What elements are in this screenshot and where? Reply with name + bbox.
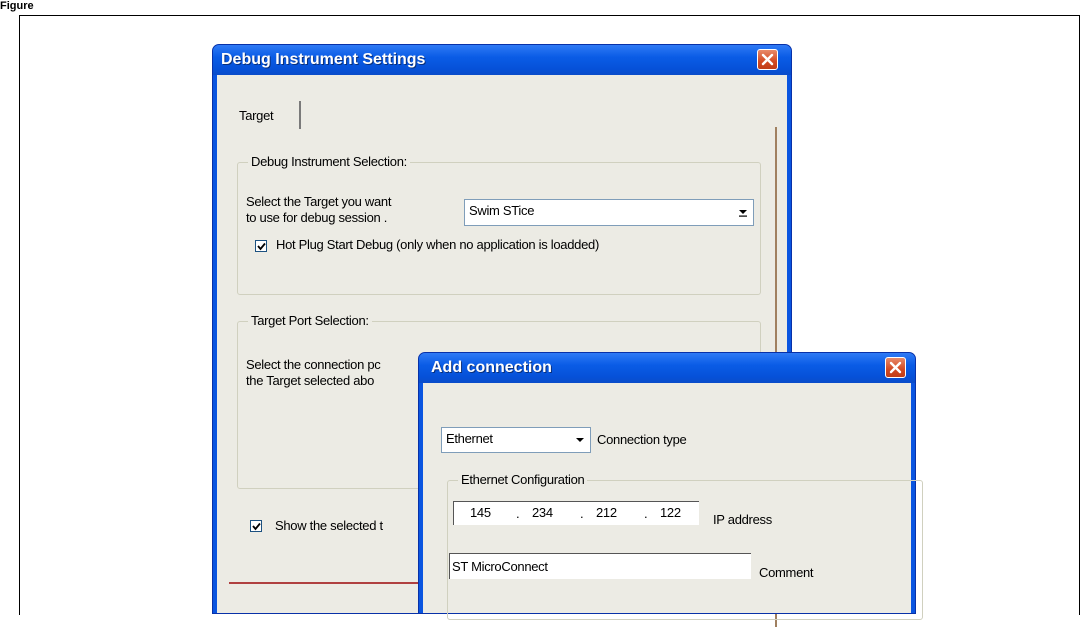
ip-octet-4[interactable]: 122 (660, 505, 681, 520)
checkmark-icon (257, 242, 266, 251)
comment-label: Comment (759, 565, 814, 580)
ip-dot: . (644, 506, 648, 521)
hot-plug-label: Hot Plug Start Debug (only when no appli… (276, 237, 599, 252)
connection-type-label: Connection type (597, 432, 687, 447)
title-bar[interactable]: Add connection (419, 353, 915, 383)
window-title: Debug Instrument Settings (221, 51, 426, 68)
chevron-down-icon (576, 438, 584, 442)
connection-type-dropdown-button[interactable] (572, 430, 588, 450)
port-prompt-line2: the Target selected abo (246, 373, 375, 388)
connection-type-value: Ethernet (446, 431, 493, 446)
port-prompt-line1: Select the connection pc (246, 357, 381, 372)
window-title: Add connection (431, 359, 552, 376)
close-button[interactable] (757, 49, 778, 70)
group-label: Target Port Selection: (248, 313, 372, 328)
add-connection-window: Add connection Ethernet Connection type … (418, 352, 923, 620)
ip-address-field[interactable]: 145 . 234 . 212 . 122 (453, 501, 699, 525)
group-label: Ethernet Configuration (458, 472, 588, 487)
ip-dot: . (516, 506, 520, 521)
show-selected-label: Show the selected t (275, 518, 383, 533)
ip-address-label: IP address (713, 512, 772, 527)
close-icon (889, 361, 902, 374)
target-dropdown-button[interactable] (735, 202, 751, 223)
checkmark-icon (252, 522, 261, 531)
target-prompt-line1: Select the Target you want (246, 194, 392, 209)
hot-plug-checkbox[interactable] (255, 240, 267, 252)
comment-field[interactable]: ST MicroConnect (449, 553, 751, 579)
group-label: Debug Instrument Selection: (248, 154, 410, 169)
comment-value[interactable]: ST MicroConnect (452, 559, 548, 574)
ip-octet-2[interactable]: 234 (532, 505, 553, 520)
target-select-value: Swim STice (469, 203, 535, 218)
close-icon (761, 53, 774, 66)
separator-line (229, 582, 429, 584)
tab-divider (299, 101, 301, 129)
chevron-down-icon (739, 210, 747, 217)
title-bar[interactable]: Debug Instrument Settings (213, 45, 791, 75)
dialog-client-area: Ethernet Connection type Ethernet Config… (423, 383, 923, 620)
ip-octet-1[interactable]: 145 (470, 505, 491, 520)
target-prompt-line2: to use for debug session . (246, 210, 388, 225)
connection-type-select[interactable]: Ethernet (441, 427, 591, 453)
debug-instrument-selection-group: Debug Instrument Selection: Select the T… (237, 154, 761, 295)
ip-dot: . (580, 506, 584, 521)
figure-label: Figure (0, 0, 34, 12)
tab-target[interactable]: Target (239, 108, 274, 123)
ip-octet-3[interactable]: 212 (596, 505, 617, 520)
show-selected-checkbox[interactable] (250, 520, 262, 532)
target-select[interactable]: Swim STice (464, 199, 754, 226)
close-button[interactable] (885, 357, 906, 378)
